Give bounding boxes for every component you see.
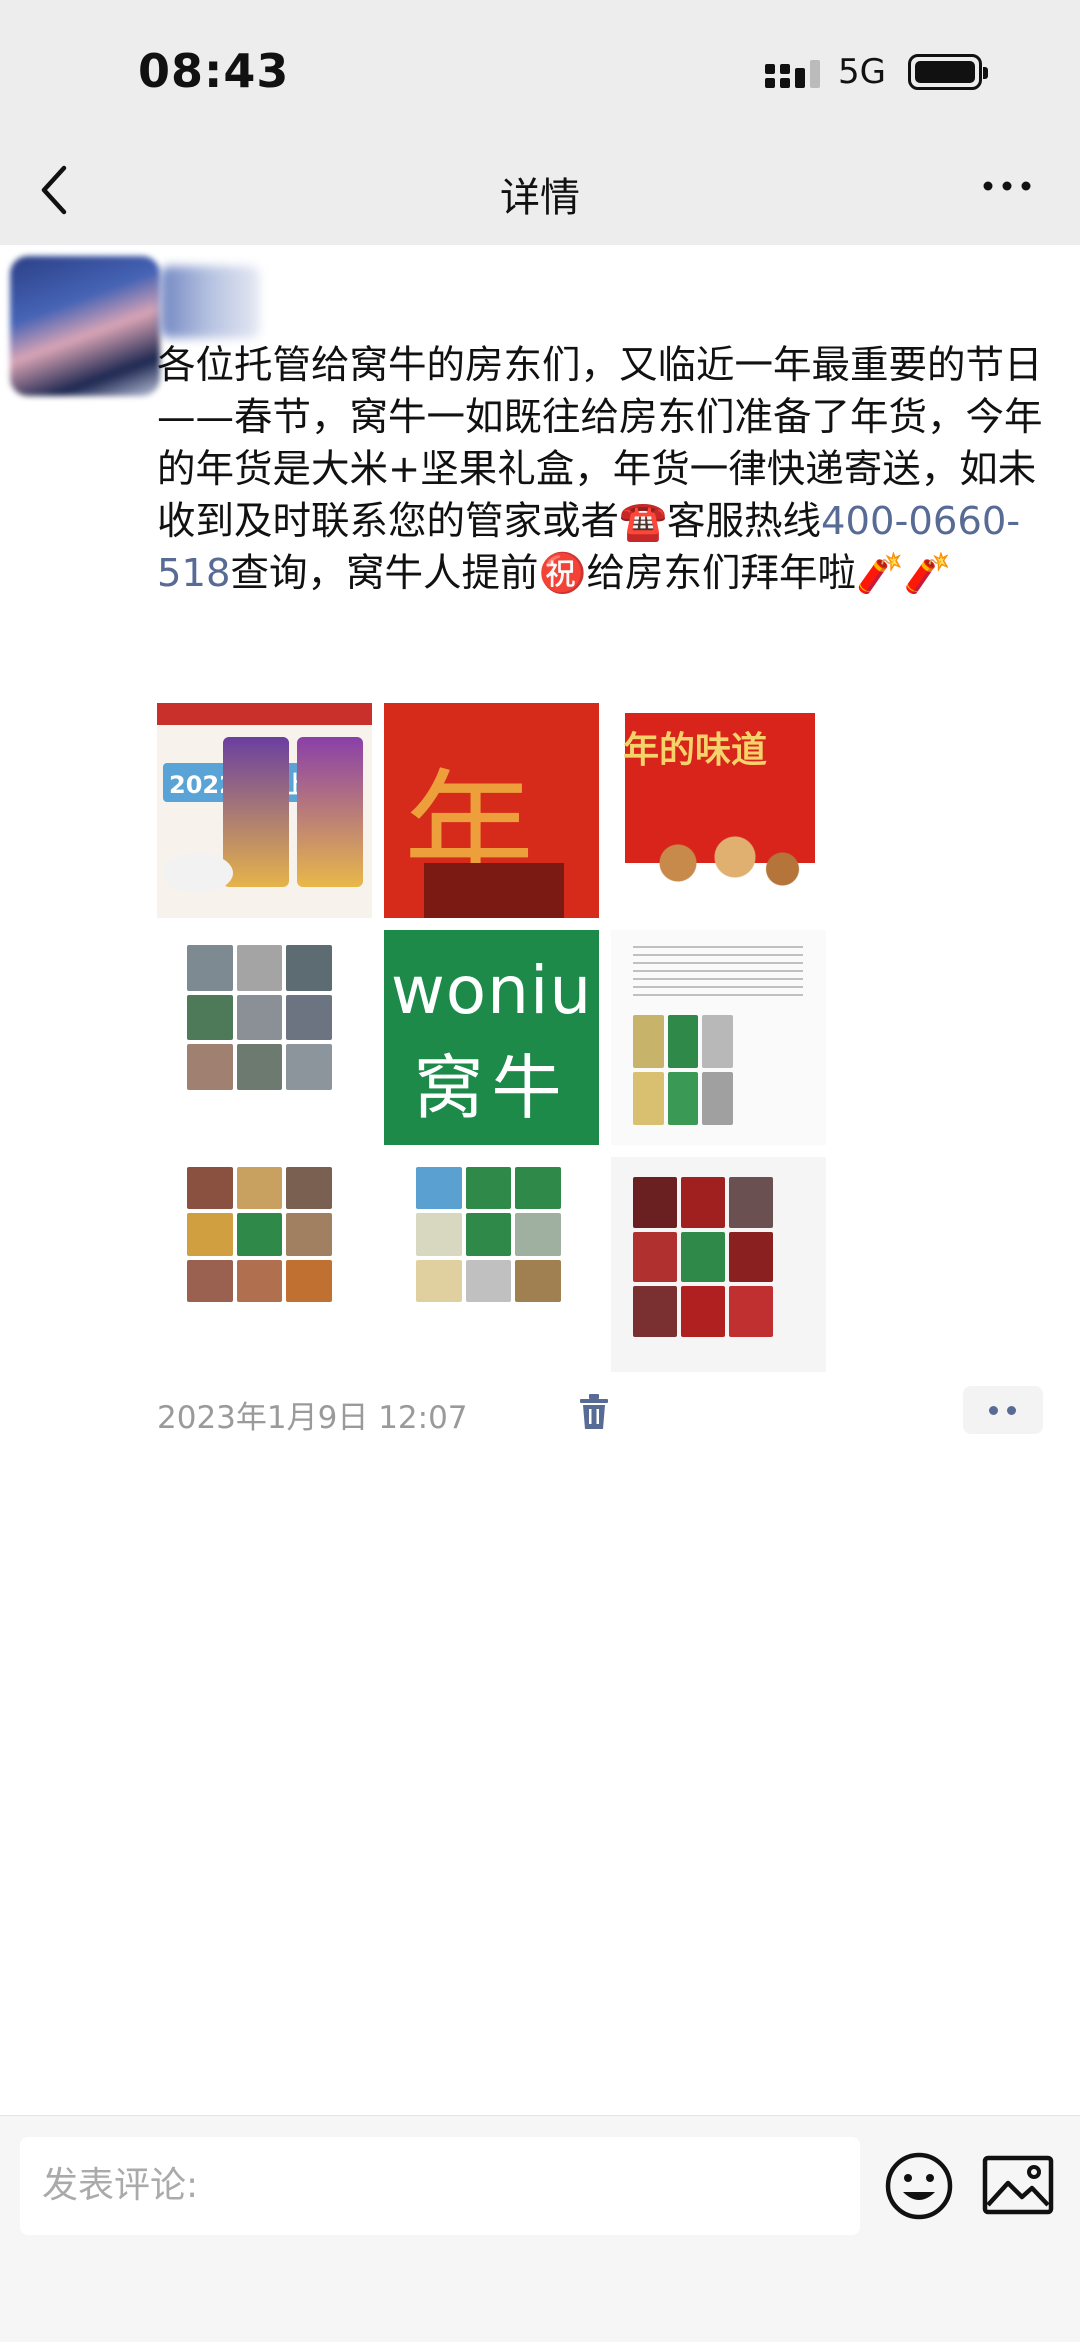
status-time: 08:43	[138, 44, 290, 98]
post-text-part2: 查询，窝牛人提前㊗️给房东们拜年啦🧨🧨	[230, 551, 952, 596]
gift-box-text: 年的味道	[623, 729, 768, 771]
emoji-icon[interactable]	[883, 2150, 955, 2222]
image-icon[interactable]	[982, 2155, 1054, 2215]
post-text: 各位托管给窝牛的房东们，又临近一年最重要的节日——春节，窝牛一如既往给房东们准备…	[157, 340, 1062, 600]
trash-icon[interactable]	[578, 1393, 610, 1431]
photo-nut-gift-box[interactable]: 年的味道	[611, 703, 826, 918]
photo-new-year[interactable]: 年	[384, 703, 599, 918]
more-icon[interactable]	[982, 176, 1032, 196]
comment-input[interactable]: 发表评论:	[20, 2137, 860, 2235]
photo-screenshot-moments-1[interactable]	[157, 930, 372, 1145]
page-title: 详情	[500, 175, 580, 221]
battery-icon	[908, 54, 988, 90]
signal-icon	[765, 60, 820, 88]
avatar[interactable]	[10, 256, 160, 396]
photo-screenshot-moments-2[interactable]	[611, 930, 826, 1145]
photo-woniu-logo[interactable]: woniu 窝牛	[384, 930, 599, 1145]
image-grid: 2022新米上市 年 年的味道 woniu 窝牛	[157, 703, 826, 1383]
comment-like-menu-button[interactable]	[963, 1386, 1043, 1434]
photo-screenshot-moments-3[interactable]	[157, 1157, 372, 1372]
photo-screenshot-moments-4[interactable]	[384, 1157, 599, 1372]
post-timestamp: 2023年1月9日 12:07	[157, 1400, 468, 1436]
photo-screenshot-moments-5[interactable]	[611, 1157, 826, 1372]
photo-rice[interactable]: 2022新米上市	[157, 703, 372, 918]
brand-en: woniu	[390, 952, 593, 1029]
brand-cn: 窝牛	[413, 1047, 570, 1129]
network-type: 5G	[838, 52, 886, 92]
author-name-blurred[interactable]	[160, 266, 260, 338]
